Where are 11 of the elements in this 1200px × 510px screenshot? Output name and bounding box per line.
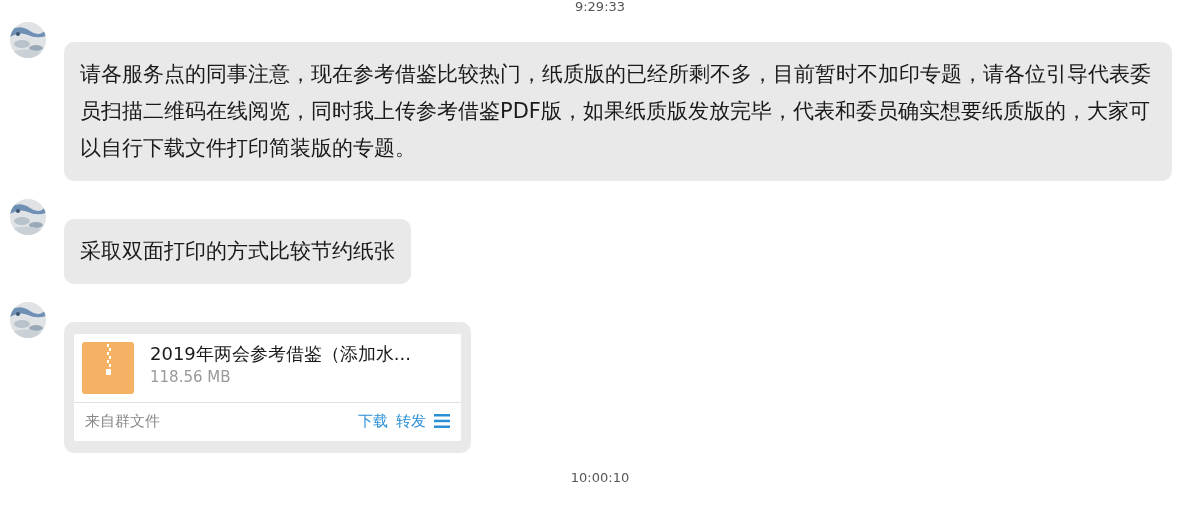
archive-icon [82, 342, 134, 394]
file-name: 2019年两会参考借鉴（添加水... [150, 342, 411, 366]
file-size: 118.56 MB [150, 367, 232, 388]
file-source: 来自群文件 [85, 411, 160, 432]
file-action-link[interactable]: 下载 [358, 410, 388, 433]
message-bubble: 采取双面打印的方式比较节约纸张 [64, 219, 411, 284]
message-bubble: 请各服务点的同事注意，现在参考借鉴比较热门，纸质版的已经所剩不多，目前暂时不加印专题，请各位引导代表委员扫描二维码在线阅览，同时我上传参考借鉴PDF版，如果纸质版发放完毕，代表和委员确实想要纸质版的，大家可以自行下载文件打印简装版的专题。 [64, 42, 1172, 181]
timestamp: 10:00:10 [569, 470, 631, 485]
file-action-link[interactable]: 转发 [396, 410, 426, 433]
timestamp: 9:29:33 [573, 0, 627, 14]
menu-icon[interactable] [434, 414, 450, 429]
